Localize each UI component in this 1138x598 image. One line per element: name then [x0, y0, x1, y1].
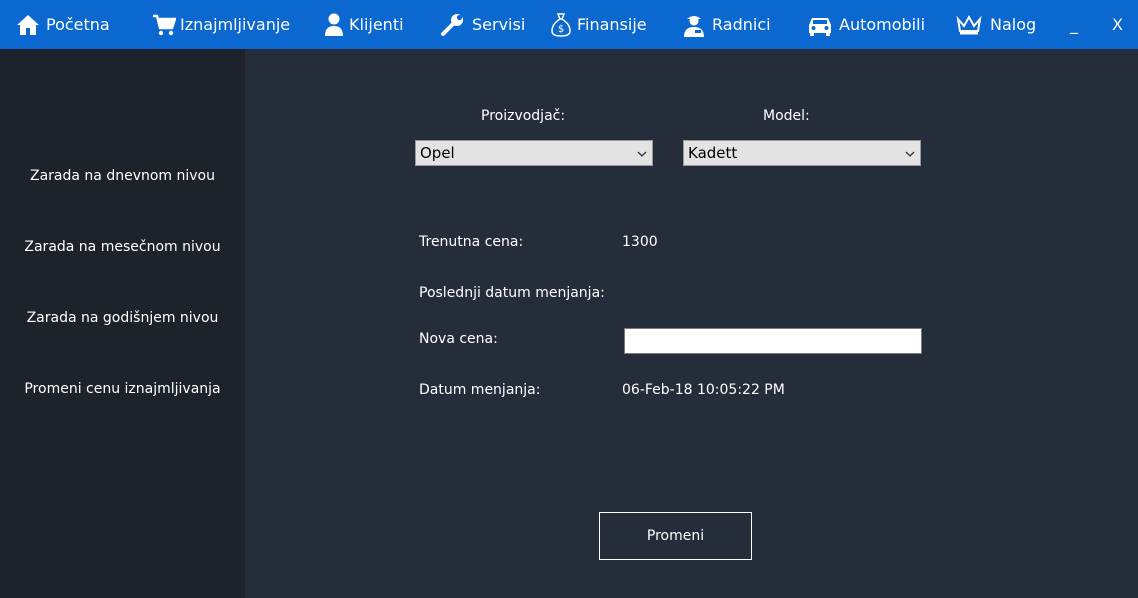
manufacturer-select[interactable]: Opel: [415, 140, 653, 166]
nav-clients[interactable]: Klijenti: [324, 0, 404, 49]
nav-rentals[interactable]: Iznajmljivanje: [152, 0, 290, 49]
new-price-label: Nova cena:: [419, 331, 498, 347]
model-select[interactable]: Kadett: [683, 140, 921, 166]
user-icon: [324, 13, 344, 37]
manufacturer-label: Proizvodjač:: [481, 108, 566, 124]
nav-account-label: Nalog: [990, 15, 1037, 34]
chevron-down-icon: [636, 146, 648, 164]
wrench-icon: [440, 13, 464, 37]
top-nav-bar: Početna Iznajmljivanje Klijenti Servisi …: [0, 0, 1138, 49]
money-bag-icon: $: [550, 12, 572, 38]
close-button[interactable]: X: [1112, 0, 1123, 49]
change-price-button[interactable]: Promeni: [599, 512, 752, 560]
current-price-label: Trenutna cena:: [419, 234, 524, 250]
minimize-button[interactable]: _: [1070, 0, 1078, 49]
nav-workers-label: Radnici: [712, 15, 771, 34]
nav-home[interactable]: Početna: [16, 0, 110, 49]
svg-text:$: $: [558, 24, 564, 35]
current-price-value: 1300: [622, 234, 658, 250]
home-icon: [16, 14, 40, 36]
nav-finances-label: Finansije: [577, 15, 647, 34]
change-date-label: Datum menjanja:: [419, 382, 541, 398]
sidebar-item-change-rental-price[interactable]: Promeni cenu iznajmljivanja: [0, 381, 245, 397]
manufacturer-select-value: Opel: [420, 144, 455, 162]
worker-icon: [682, 13, 706, 37]
sidebar-item-daily-earnings[interactable]: Zarada na dnevnom nivou: [0, 168, 245, 184]
nav-account[interactable]: Nalog: [956, 0, 1036, 49]
nav-home-label: Početna: [46, 15, 110, 34]
model-label: Model:: [763, 108, 810, 124]
nav-services[interactable]: Servisi: [440, 0, 525, 49]
nav-workers[interactable]: Radnici: [682, 0, 771, 49]
nav-cars-label: Automobili: [839, 15, 926, 34]
change-date-value: 06-Feb-18 10:05:22 PM: [622, 382, 785, 398]
sidebar-item-monthly-earnings[interactable]: Zarada na mesečnom nivou: [0, 239, 245, 255]
new-price-input[interactable]: [624, 328, 922, 354]
cart-icon: [152, 13, 176, 37]
sidebar-item-yearly-earnings[interactable]: Zarada na godišnjem nivou: [0, 310, 245, 326]
nav-cars[interactable]: Automobili: [807, 0, 925, 49]
nav-rentals-label: Iznajmljivanje: [180, 15, 291, 34]
last-change-date-label: Poslednji datum menjanja:: [419, 285, 605, 301]
crown-icon: [956, 14, 982, 36]
sidebar: Zarada na dnevnom nivou Zarada na mesečn…: [0, 49, 245, 598]
nav-services-label: Servisi: [472, 15, 526, 34]
nav-clients-label: Klijenti: [349, 15, 404, 34]
model-select-value: Kadett: [688, 144, 738, 162]
nav-finances[interactable]: $ Finansije: [550, 0, 647, 49]
car-icon: [807, 14, 833, 36]
chevron-down-icon: [904, 146, 916, 164]
